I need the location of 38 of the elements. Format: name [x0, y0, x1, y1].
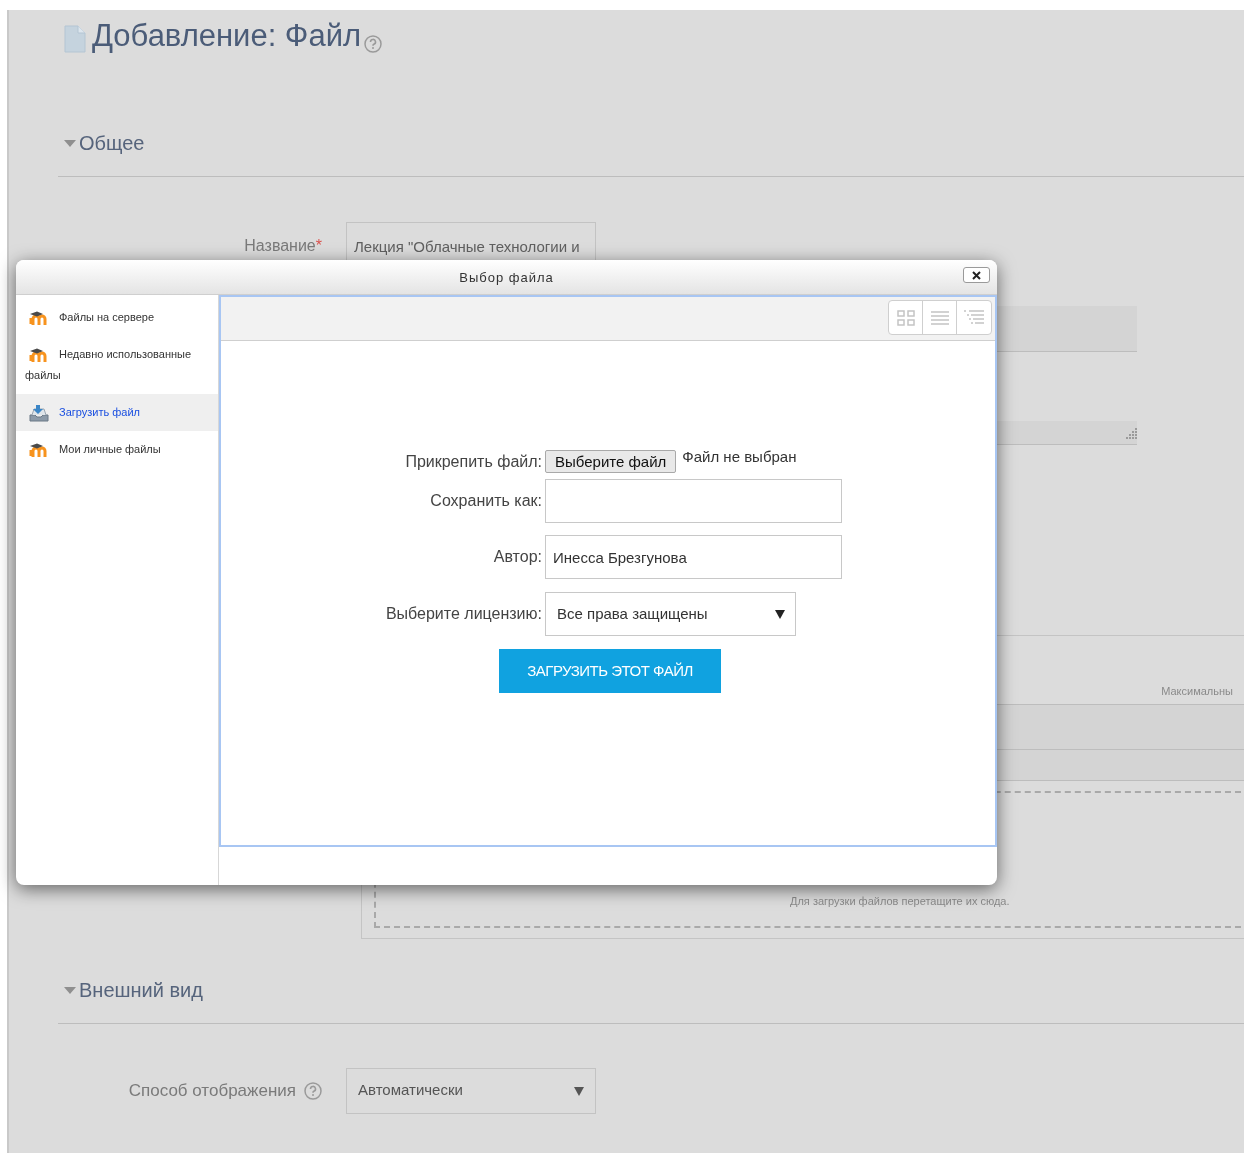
- required-marker: *: [315, 236, 322, 256]
- max-size-label: Максимальны: [1161, 684, 1233, 699]
- no-file-text: Файл не выбран: [682, 447, 797, 468]
- section-heading[interactable]: Общее: [79, 128, 145, 158]
- repository-item[interactable]: Загрузить файл: [16, 394, 218, 431]
- form-label: Прикрепить файл:: [405, 451, 542, 472]
- display-select[interactable]: Автоматически: [346, 1067, 596, 1114]
- dropdown-arrow-icon: [574, 1085, 584, 1096]
- field-label: Название: [244, 236, 316, 256]
- list-icon: [930, 310, 949, 325]
- upload-tray-icon: [29, 404, 49, 423]
- mortarboard-m-icon: [29, 311, 49, 326]
- help-icon[interactable]: [364, 35, 383, 53]
- repository-item[interactable]: Мои личные файлы: [16, 431, 218, 468]
- drop-hint: Для загрузки файлов перетащите их сюда.: [790, 894, 1010, 909]
- form-label: Выберите лицензию:: [385, 604, 542, 624]
- license-select[interactable]: Все права защищены: [545, 592, 796, 636]
- save-as-input-field[interactable]: [545, 479, 842, 523]
- tree-list-icon: [964, 309, 984, 326]
- help-icon[interactable]: [304, 1081, 322, 1100]
- grid-icon: [896, 309, 915, 326]
- repository-item[interactable]: Недавно использованные файлы: [16, 336, 218, 394]
- mortarboard-m-icon: [29, 443, 49, 458]
- author-input-field[interactable]: Инесса Брезгунова: [545, 535, 842, 579]
- dropdown-arrow-icon: [775, 609, 785, 619]
- form-label: Сохранить как:: [430, 491, 542, 511]
- document-icon: [64, 25, 86, 53]
- dialog-title: Выбор файла: [459, 269, 554, 288]
- page-title: Добавление: Файл: [92, 17, 362, 55]
- close-icon: [972, 270, 981, 280]
- field-label: Способ отображения: [128, 1079, 296, 1102]
- mortarboard-m-icon: [29, 348, 49, 363]
- repository-item[interactable]: Файлы на сервере: [16, 299, 218, 336]
- section-heading[interactable]: Внешний вид: [79, 974, 203, 1005]
- choose-file-button[interactable]: Выберите файл: [545, 450, 677, 473]
- close-button[interactable]: [963, 267, 990, 283]
- resize-grip-icon: [1123, 428, 1137, 442]
- form-label: Автор:: [493, 547, 542, 567]
